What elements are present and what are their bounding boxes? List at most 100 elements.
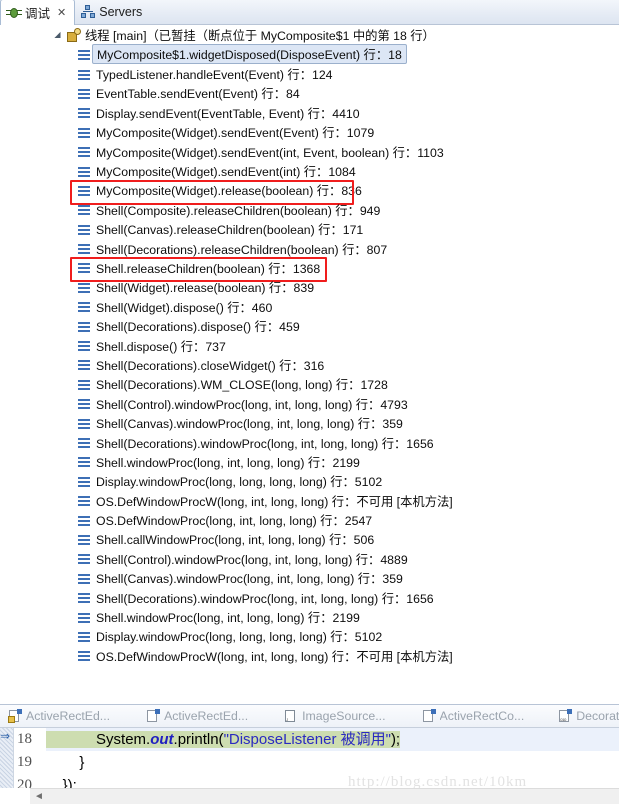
stack-frame-icon <box>78 495 90 507</box>
stack-frame-row[interactable]: Shell(Decorations).windowProc(long, int,… <box>0 588 619 607</box>
stack-frame-row[interactable]: OS.DefWindowProcW(long, int, long, long)… <box>0 646 619 665</box>
stack-frame-label: Display.windowProc(long, long, long, lon… <box>96 475 383 490</box>
stack-frame-label: MyComposite(Widget).sendEvent(Event) 行：1… <box>96 126 375 141</box>
editor-tab-0[interactable]: ActiveRectEd... <box>8 709 110 723</box>
stack-frame-row[interactable]: Shell(Decorations).windowProc(long, int,… <box>0 433 619 452</box>
binary-file-icon: 010 <box>558 709 573 723</box>
thread-node[interactable]: ◢ 线程 [main]（已暂挂（断点位于 MyComposite$1 中的第 1… <box>0 25 619 45</box>
stack-frame-icon <box>78 592 90 604</box>
stack-frame-row[interactable]: Shell(Widget).dispose() 行：460 <box>0 297 619 316</box>
scroll-left-arrow-icon[interactable]: ◄ <box>34 791 44 802</box>
stack-frame-icon <box>78 107 90 119</box>
stack-frame-row[interactable]: Display.sendEvent(EventTable, Event) 行：4… <box>0 103 619 122</box>
debug-stack-tree[interactable]: ◢ 线程 [main]（已暂挂（断点位于 MyComposite$1 中的第 1… <box>0 25 619 704</box>
stack-frame-row[interactable]: Shell(Decorations).releaseChildren(boole… <box>0 239 619 258</box>
stack-frame-label: Shell.callWindowProc(long, int, long, lo… <box>96 533 375 548</box>
code-line[interactable]: System.out.println("DisposeListener 被调用"… <box>46 728 619 751</box>
editor-tab-2[interactable]: J ImageSource... <box>284 709 386 723</box>
editor-tab-4[interactable]: 010 Decoration <box>558 709 619 723</box>
stack-frame-label: MyComposite(Widget).sendEvent(int, Event… <box>96 145 444 160</box>
stack-frame-icon <box>78 650 90 662</box>
stack-frame-row[interactable]: Shell(Decorations).dispose() 行：459 <box>0 316 619 335</box>
stack-frame-icon <box>78 573 90 584</box>
stack-frame-icon <box>78 262 90 274</box>
line-number-column: 18 19 20 <box>14 728 44 797</box>
stack-frame-icon <box>78 340 90 352</box>
stack-frame-row[interactable]: Shell.windowProc(long, int, long, long) … <box>0 452 619 471</box>
stack-frame-row[interactable]: OS.DefWindowProcW(long, int, long, long)… <box>0 491 619 510</box>
stack-frame-icon <box>78 69 90 80</box>
executing-line-highlight: System.out.println("DisposeListener 被调用"… <box>46 731 401 748</box>
code-line[interactable]: } <box>46 751 619 774</box>
stack-frame-label: Shell.releaseChildren(boolean) 行：1368 <box>96 261 321 276</box>
stack-frame-row[interactable]: Shell.callWindowProc(long, int, long, lo… <box>0 530 619 549</box>
stack-frame-label: Shell.windowProc(long, int, long, long) … <box>96 455 360 470</box>
editor-corner <box>0 788 30 804</box>
stack-frame-label: Shell(Decorations).windowProc(long, int,… <box>96 436 434 451</box>
stack-frame-row[interactable]: MyComposite(Widget).release(boolean) 行：8… <box>0 179 619 206</box>
stack-frame-icon <box>78 321 90 332</box>
editor-tab-4-label: Decoration <box>576 709 619 723</box>
stack-frame-label: Shell(Control).windowProc(long, int, lon… <box>96 397 408 412</box>
stack-frame-label: Shell(Canvas).windowProc(long, int, long… <box>96 572 403 587</box>
java-file-icon <box>146 709 161 723</box>
stack-frame-row[interactable]: Shell(Canvas).releaseChildren(boolean) 行… <box>0 220 619 239</box>
stack-frame-icon <box>78 359 90 371</box>
editor-tab-3[interactable]: ActiveRectCo... <box>422 709 524 723</box>
stack-frame-list[interactable]: MyComposite$1.widgetDisposed(DisposeEven… <box>0 44 619 666</box>
stack-frame-label: MyComposite(Widget).release(boolean) 行：8… <box>96 184 362 199</box>
stack-frame-row[interactable]: Shell(Canvas).windowProc(long, int, long… <box>0 569 619 588</box>
stack-frame-icon <box>78 185 90 196</box>
stack-frame-label: EventTable.sendEvent(Event) 行：84 <box>96 87 300 102</box>
stack-frame-row[interactable]: Display.windowProc(long, long, long, lon… <box>0 472 619 491</box>
stack-frame-row[interactable]: TypedListener.handleEvent(Event) 行：124 <box>0 64 619 83</box>
stack-frame-label: MyComposite(Widget).sendEvent(int) 行：108… <box>96 165 356 180</box>
stack-frame-row[interactable]: MyComposite(Widget).sendEvent(Event) 行：1… <box>0 123 619 142</box>
stack-frame-icon <box>78 418 90 429</box>
stack-frame-label: Shell(Canvas).releaseChildren(boolean) 行… <box>96 223 364 238</box>
stack-frame-label: Shell(Widget).dispose() 行：460 <box>96 300 273 315</box>
editor-tab-1-label: ActiveRectEd... <box>164 709 249 723</box>
stack-frame-icon <box>78 534 90 545</box>
stack-frame-row[interactable]: Shell.releaseChildren(boolean) 行：1368 <box>0 257 619 283</box>
stack-frame-row[interactable]: EventTable.sendEvent(Event) 行：84 <box>0 84 619 103</box>
stack-frame-icon <box>78 127 90 138</box>
stack-frame-row[interactable]: Shell.windowProc(long, int, long, long) … <box>0 607 619 626</box>
tab-servers[interactable]: Servers <box>75 0 150 24</box>
stack-frame-row[interactable]: Shell(Decorations).WM_CLOSE(long, long) … <box>0 375 619 394</box>
editor-tab-1[interactable]: ActiveRectEd... <box>146 709 248 723</box>
stack-frame-label: OS.DefWindowProcW(long, int, long, long)… <box>96 649 453 664</box>
stack-frame-row[interactable]: Shell(Canvas).windowProc(long, int, long… <box>0 413 619 432</box>
stack-frame-label: OS.DefWindowProcW(long, int, long, long)… <box>96 494 453 509</box>
stack-frame-row[interactable]: Display.windowProc(long, long, long, lon… <box>0 627 619 646</box>
thread-icon <box>67 28 81 42</box>
stack-frame-label: TypedListener.handleEvent(Event) 行：124 <box>96 68 333 83</box>
collapse-twisty-icon[interactable]: ◢ <box>52 31 63 39</box>
stack-frame-icon <box>78 166 90 177</box>
stack-frame-icon <box>78 243 90 255</box>
stack-frame-row[interactable]: MyComposite(Widget).sendEvent(int, Event… <box>0 142 619 161</box>
code-token: out <box>150 731 174 748</box>
stack-frame-row[interactable]: MyComposite(Widget).sendEvent(int) 行：108… <box>0 161 619 180</box>
stack-frame-row[interactable]: Shell(Control).windowProc(long, int, lon… <box>0 549 619 568</box>
stack-frame-row[interactable]: MyComposite$1.widgetDisposed(DisposeEven… <box>0 44 619 65</box>
stack-frame-label: Shell.windowProc(long, int, long, long) … <box>96 611 360 626</box>
line-number: 18 <box>17 731 32 747</box>
horizontal-scrollbar[interactable]: ◄ <box>30 788 619 804</box>
stack-frame-row[interactable]: OS.DefWindowProc(long, int, long, long) … <box>0 510 619 529</box>
tab-debug[interactable]: 调试 ✕ <box>0 0 76 25</box>
editor-tab-bar: ActiveRectEd... ActiveRectEd... J ImageS… <box>0 704 619 728</box>
editor-gutter[interactable]: ⇒ <box>0 728 14 790</box>
stack-frame-row[interactable]: Shell(Control).windowProc(long, int, lon… <box>0 394 619 413</box>
stack-frame-row[interactable]: Shell(Decorations).closeWidget() 行：316 <box>0 355 619 374</box>
stack-frame-row[interactable]: Shell(Composite).releaseChildren(boolean… <box>0 200 619 219</box>
code-token: } <box>46 754 85 771</box>
stack-frame-label: Shell(Control).windowProc(long, int, lon… <box>96 552 408 567</box>
stack-frame-row[interactable]: Shell.dispose() 行：737 <box>0 336 619 355</box>
editor-tab-0-label: ActiveRectEd... <box>26 709 111 723</box>
stack-frame-label: Display.sendEvent(EventTable, Event) 行：4… <box>96 106 360 121</box>
stack-frame-row[interactable]: Shell(Widget).release(boolean) 行：839 <box>0 278 619 297</box>
stack-frame-icon <box>78 282 90 293</box>
stack-frame-icon <box>78 146 90 158</box>
close-icon[interactable]: ✕ <box>57 6 66 19</box>
